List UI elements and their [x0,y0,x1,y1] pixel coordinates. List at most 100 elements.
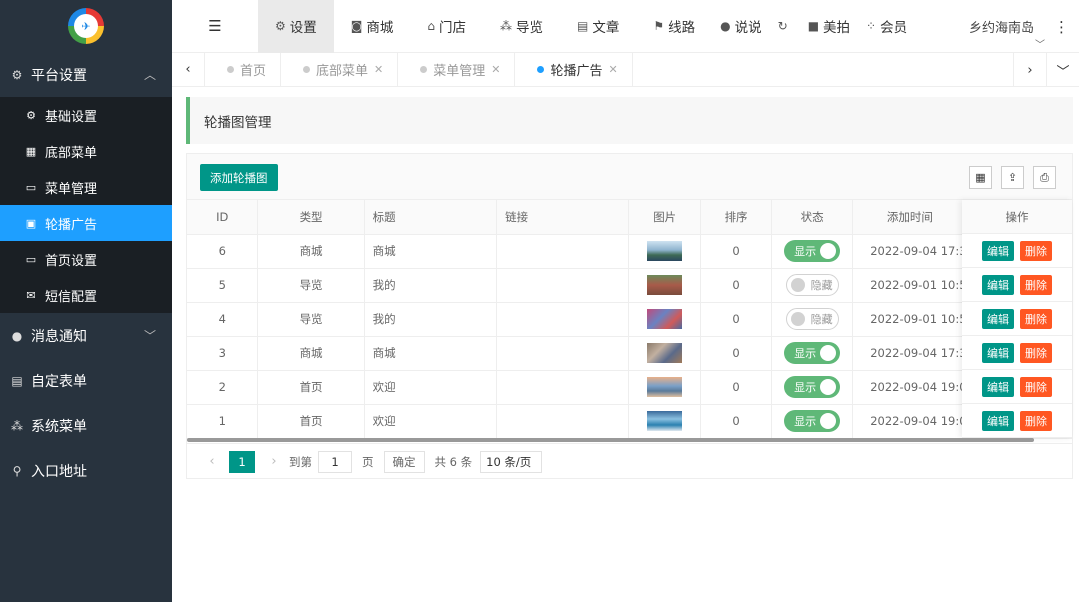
top-nav-photos[interactable]: ■ 美拍 [800,0,858,53]
edit-button[interactable]: 编辑 [982,342,1014,363]
status-toggle[interactable]: 显示 [784,376,841,398]
status-toggle-label: 显示 [794,245,817,258]
sidebar-group-system-menu[interactable]: ⁂ 系统菜单 [0,403,172,448]
top-nav-mall[interactable]: ◙ 商城 [334,0,411,53]
refresh-icon: ↻ [777,19,788,33]
status-toggle[interactable]: 隐藏 [785,274,839,296]
next-page-icon[interactable]: › [263,454,285,469]
status-toggle-label: 显示 [794,415,817,428]
close-icon[interactable]: ✕ [491,63,500,76]
edit-button[interactable]: 编辑 [982,274,1014,295]
close-icon[interactable]: ✕ [609,63,618,76]
cell-title: 欢迎 [364,404,498,439]
status-toggle[interactable]: 隐藏 [785,308,839,330]
columns-filter-icon[interactable]: ▦ [969,166,992,189]
top-nav-members[interactable]: ⁘ 会员 [858,0,915,53]
thumbnail-image[interactable] [647,377,683,397]
sidebar-item-basic-settings[interactable]: ⚙ 基础设置 [0,97,172,133]
sidebar-group-platform-settings[interactable]: ⚙ 平台设置 ︿ [0,52,172,97]
logo[interactable]: ✈ [68,8,104,44]
cell-id: 2 [187,370,259,405]
gear-icon: ⚙ [26,108,36,122]
collapse-menu-icon[interactable]: ☰ [172,0,258,53]
tab-menu-management[interactable]: 菜单管理 ✕ [398,52,516,87]
top-nav-label: 文章 [592,20,620,36]
col-header-image: 图片 [628,200,702,235]
print-icon[interactable]: ⎙ [1033,166,1056,189]
goto-label: 到第 [289,454,312,469]
col-header-sort: 排序 [700,200,773,235]
tab-carousel-ads[interactable]: 轮播广告 ✕ [515,52,633,87]
close-icon[interactable]: ✕ [374,63,383,76]
thumbnail-image[interactable] [647,309,683,329]
tab-menu-chevron-down-icon[interactable]: ﹀ [1046,53,1079,87]
edit-button[interactable]: 编辑 [982,240,1014,261]
table-row: 3 商城 商城 0 显示 2022-09-04 17:3 [187,336,1073,371]
top-nav-store[interactable]: ⌂ 门店 [410,0,483,53]
sidebar-group-notifications[interactable]: ● 消息通知 ﹀ [0,313,172,358]
more-vertical-icon[interactable]: ⋮ [1054,0,1069,53]
add-carousel-button[interactable]: 添加轮播图 [200,164,278,191]
delete-button[interactable]: 删除 [1020,376,1052,397]
top-nav-posts[interactable]: ● 说说 [712,0,769,53]
export-icon[interactable]: ⇪ [1001,166,1024,189]
thumbnail-image[interactable] [647,275,683,295]
horizontal-scrollbar[interactable] [187,438,1034,442]
status-toggle-label: 显示 [794,347,817,360]
table-header-row: ID 类型 标题 链接 图片 排序 状态 添加时间 [187,200,1073,235]
sidebar-group-custom-forms[interactable]: ▤ 自定表单 [0,358,172,403]
sidebar-item-menu-management[interactable]: ▭ 菜单管理 [0,169,172,205]
status-toggle[interactable]: 显示 [784,240,841,262]
chat-icon: ● [11,328,23,343]
sidebar-group-entry-url[interactable]: ⚲ 入口地址 [0,448,172,493]
sidebar-item-sms-config[interactable]: ✉ 短信配置 [0,277,172,313]
thumbnail-image[interactable] [647,241,683,261]
delete-button[interactable]: 删除 [1020,240,1052,261]
tab-scroll-left-icon[interactable]: ‹ [172,52,205,87]
main-content: 轮播图管理 添加轮播图 ▦ ⇪ ⎙ ID 类型 标题 链接 图片 排序 状态 添… [172,87,1079,602]
delete-button[interactable]: 删除 [1020,274,1052,295]
cell-title: 商城 [364,234,498,269]
delete-button[interactable]: 删除 [1020,308,1052,329]
cell-title: 我的 [364,268,498,303]
goto-confirm-button[interactable]: 确定 [383,450,425,473]
status-toggle[interactable]: 显示 [784,342,841,364]
cell-sort: 0 [700,234,773,269]
table-row: 2 首页 欢迎 0 显示 2022-09-04 19:0 [187,370,1073,405]
tab-home[interactable]: 首页 [205,52,282,87]
tab-bottom-menu[interactable]: 底部菜单 ✕ [281,52,399,87]
col-header-link: 链接 [496,200,630,235]
page-size-select[interactable]: 10 条/页 [480,450,543,473]
sidebar-item-label: 首页设置 [45,253,98,269]
delete-button[interactable]: 删除 [1020,410,1052,431]
edit-button[interactable]: 编辑 [982,376,1014,397]
top-nav-label: 说说 [734,20,762,36]
sidebar-item-bottom-menu[interactable]: ▦ 底部菜单 [0,133,172,169]
edit-button[interactable]: 编辑 [982,308,1014,329]
table-row: 5 导览 我的 0 隐藏 2022-09-01 10:5 [187,268,1073,303]
prev-page-icon[interactable]: ‹ [201,454,223,469]
page-number-current[interactable]: 1 [229,450,255,473]
sidebar-group-label: 平台设置 [31,67,87,84]
status-toggle[interactable]: 显示 [784,410,841,432]
tab-scroll-right-icon[interactable]: › [1013,53,1046,87]
sidebar-item-home-settings[interactable]: ▭ 首页设置 [0,241,172,277]
goto-page-input[interactable]: 1 [318,450,352,473]
delete-button[interactable]: 删除 [1020,342,1052,363]
thumbnail-image[interactable] [647,411,683,431]
sidebar-item-carousel-ads[interactable]: ▣ 轮播广告 [0,205,172,241]
edit-button[interactable]: 编辑 [982,410,1014,431]
user-name[interactable]: 乡约海南岛 [969,0,1034,53]
thumbnail-image[interactable] [647,343,683,363]
top-nav-refresh[interactable]: ↻ [770,0,800,53]
chevron-down-icon[interactable]: ﹀ [1035,36,1045,51]
cell-image [628,302,702,337]
top-nav-articles[interactable]: ▤ 文章 [560,0,636,53]
mail-icon: ✉ [26,288,36,302]
top-nav-settings[interactable]: ⚙ 设置 [258,0,334,53]
cell-image [628,336,702,371]
tab-dot [303,66,311,73]
top-nav-routes[interactable]: ⚑ 线路 [636,0,712,53]
sitemap-icon: ⁘ [866,19,877,33]
top-nav-guide[interactable]: ⁂ 导览 [483,0,560,53]
